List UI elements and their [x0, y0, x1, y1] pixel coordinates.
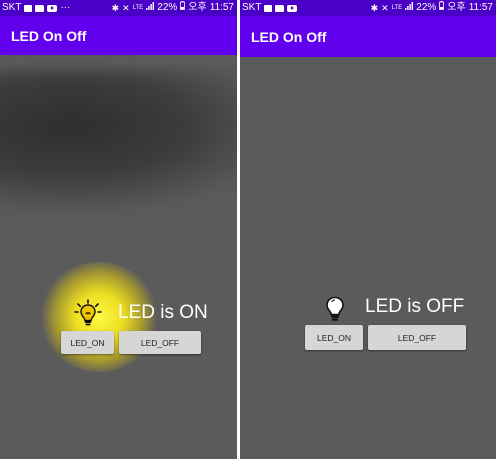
clock: 11:57 [468, 2, 493, 13]
ampm-label: 오후 [447, 2, 466, 13]
battery-icon [439, 0, 445, 16]
app-title: LED On Off [251, 28, 327, 45]
led-status-text: LED is ON [118, 302, 208, 323]
mute-icon: ✕ [122, 3, 130, 13]
image-icon [264, 4, 273, 12]
image-icon [24, 4, 33, 12]
led-off-button[interactable]: LED_OFF [119, 331, 201, 354]
battery-percent: 22% [157, 2, 178, 13]
clock: 11:57 [209, 2, 234, 13]
led-on-button[interactable]: LED_ON [305, 325, 363, 350]
led-on-button[interactable]: LED_ON [61, 331, 114, 354]
battery-percent: 22% [416, 2, 437, 13]
led-status-text: LED is OFF [365, 296, 465, 317]
lte-label: LTE [391, 5, 403, 11]
battery-icon [180, 0, 186, 16]
more-notifications-dots: ··· [60, 2, 71, 13]
folder-icon [35, 4, 45, 12]
app-bar: LED On Off [240, 16, 496, 57]
carrier-label: SKT [2, 2, 22, 13]
lightbulb-on-icon [74, 299, 102, 332]
status-bar: SKT ✱ ✕ LTE 22% 오후 11:57 [240, 0, 496, 16]
signal-icon [405, 0, 414, 16]
camera-preview-blur [0, 70, 237, 210]
app-bar: LED On Off [0, 16, 237, 55]
ampm-label: 오후 [188, 2, 207, 13]
mute-icon: ✕ [381, 3, 389, 13]
lightbulb-off-icon [325, 296, 345, 327]
youtube-icon [287, 4, 298, 12]
phone-screen-led-off: SKT ✱ ✕ LTE 22% 오후 11:57 LED On Off LED … [240, 0, 496, 459]
phone-screen-led-on: SKT ··· ✱ ✕ LTE 22% 오후 11:57 LED On Off [0, 0, 237, 459]
folder-icon [275, 4, 285, 12]
carrier-label: SKT [242, 2, 262, 13]
app-title: LED On Off [11, 27, 87, 44]
bluetooth-icon: ✱ [111, 3, 120, 13]
signal-icon [146, 0, 155, 16]
status-bar: SKT ··· ✱ ✕ LTE 22% 오후 11:57 [0, 0, 237, 16]
lte-label: LTE [132, 5, 144, 11]
led-off-button[interactable]: LED_OFF [368, 325, 466, 350]
bluetooth-icon: ✱ [370, 3, 379, 13]
youtube-icon [47, 4, 58, 12]
